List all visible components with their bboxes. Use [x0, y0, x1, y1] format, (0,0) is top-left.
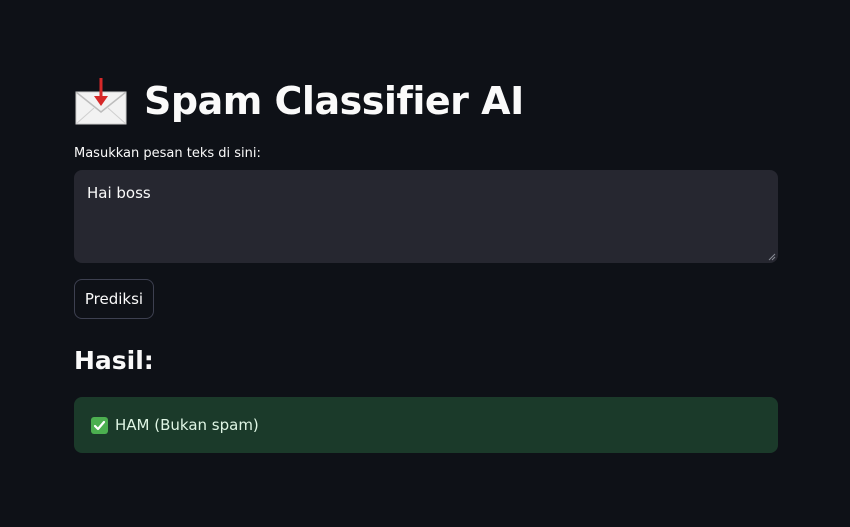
success-alert: HAM (Bukan spam) [74, 397, 778, 453]
page-title: Spam Classifier AI [144, 79, 524, 123]
predict-button-label: Prediksi [84, 290, 144, 308]
result-status-text: HAM (Bukan spam) [115, 416, 259, 434]
message-textarea[interactable]: Hai boss [74, 170, 778, 263]
message-textarea-value: Hai boss [87, 184, 151, 202]
page-title-row: Spam Classifier AI [74, 74, 524, 128]
predict-button[interactable]: Prediksi [74, 279, 154, 319]
result-heading: Hasil: [74, 346, 154, 375]
resize-handle-icon[interactable] [768, 253, 776, 261]
check-mark-icon [91, 416, 108, 434]
message-input-label: Masukkan pesan teks di sini: [74, 146, 261, 161]
envelope-with-arrow-icon [75, 78, 127, 125]
